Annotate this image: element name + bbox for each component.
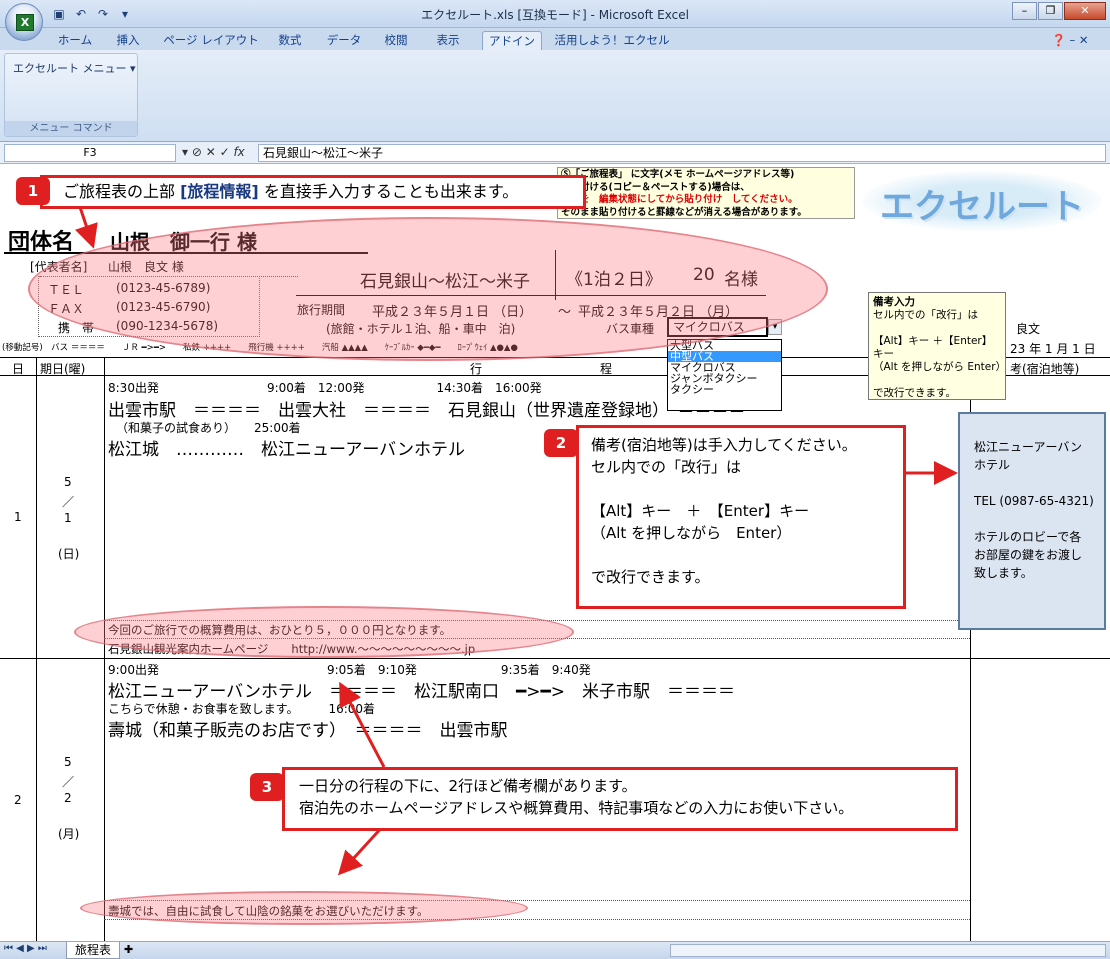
- excelroute-menu-button[interactable]: エクセルート メニュー ▾: [13, 60, 136, 76]
- callout-1-badge: 1: [16, 177, 50, 205]
- tab-katsuyo[interactable]: 活用しよう！エクセル: [552, 31, 672, 50]
- ribbon-group-menu: エクセルート メニュー ▾ メニュー コマンド: [4, 53, 138, 137]
- callout-line: 一日分の行程の下に、2行ほど備考欄があります。: [299, 777, 637, 795]
- help-icon[interactable]: ❓ – ✕: [1040, 31, 1100, 50]
- formula-input[interactable]: 石見銀山〜松江〜米子: [258, 144, 1106, 162]
- menu-button-label: エクセルート メニュー: [13, 62, 127, 75]
- callout-line: で改行できます。: [591, 568, 710, 586]
- tab-insert[interactable]: 挿入: [108, 31, 148, 50]
- tab-addins[interactable]: アドイン: [482, 31, 542, 50]
- minimize-button[interactable]: –: [1012, 2, 1037, 20]
- callout-line: セル内での「改行」は: [591, 458, 742, 476]
- tab-page-layout[interactable]: ページ レイアウト: [162, 31, 260, 50]
- horizontal-scrollbar[interactable]: [670, 944, 1106, 957]
- tab-view[interactable]: 表示: [428, 31, 468, 50]
- ribbon: エクセルート メニュー ▾ メニュー コマンド: [0, 50, 1110, 142]
- callout-line: [591, 544, 891, 566]
- callout-2: 備考(宿泊地等)は手入力してください。 セル内での「改行」は 【Alt】キー ＋…: [576, 425, 906, 609]
- callout-3: 一日分の行程の下に、2行ほど備考欄があります。 宿泊先のホームページアドレスや概…: [282, 767, 958, 831]
- callout-1: ご旅程表の上部 [旅程情報] を直接手入力することも出来ます。: [40, 175, 586, 209]
- callout-text: ご旅程表の上部: [63, 182, 181, 201]
- callout-line: [591, 478, 891, 500]
- office-button[interactable]: X: [5, 3, 43, 41]
- window-controls: – ❐ ✕: [1012, 2, 1106, 20]
- tab-home[interactable]: ホーム: [52, 31, 98, 50]
- tab-data[interactable]: データ: [322, 31, 366, 50]
- title-bar: ▣ ↶ ↷ ▾ エクセルート.xls [互換モード] - Microsoft E…: [0, 0, 1110, 28]
- callout-line: 備考(宿泊地等)は手入力してください。: [591, 436, 857, 454]
- window-title: エクセルート.xls [互換モード] - Microsoft Excel: [421, 8, 689, 22]
- sheet-tab[interactable]: 旅程表: [66, 942, 120, 959]
- name-box[interactable]: F3: [4, 144, 176, 162]
- tab-formulas[interactable]: 数式: [270, 31, 310, 50]
- excel-logo-icon: X: [16, 14, 34, 31]
- callout-3-badge: 3: [250, 773, 284, 801]
- tab-review[interactable]: 校閲: [376, 31, 416, 50]
- formula-bar: F3 ▾ ⊘ ✕ ✓ fx 石見銀山〜松江〜米子: [0, 142, 1110, 164]
- callout-2-badge: 2: [544, 429, 578, 457]
- group-caption: メニュー コマンド: [5, 121, 137, 136]
- callout-text: を直接手入力することも出来ます。: [258, 182, 519, 201]
- callout-line: （Alt を押しながら Enter）: [591, 524, 792, 542]
- sheet-tab-bar: ⏮ ◀ ▶ ⏭ 旅程表 ✚: [0, 941, 1110, 959]
- restore-button[interactable]: ❐: [1038, 2, 1063, 20]
- sheet-nav-icons[interactable]: ⏮ ◀ ▶ ⏭: [4, 943, 47, 954]
- callout-bold: [旅程情報]: [180, 182, 259, 201]
- worksheet[interactable]: Ⓢ「ご旅程表」 に文字(メモ ホームページアドレス等) 貼り付ける(コピー＆ペー…: [0, 165, 1110, 941]
- callout-line: 【Alt】キー ＋ 【Enter】キー: [591, 502, 810, 520]
- callout-line: 宿泊先のホームページアドレスや概算費用、特記事項などの入力にお使い下さい。: [299, 799, 854, 817]
- fx-icons[interactable]: ▾ ⊘ ✕ ✓ fx: [182, 145, 245, 159]
- ribbon-tabs: ホーム 挿入 ページ レイアウト 数式 データ 校閲 表示 アドイン 活用しよう…: [0, 28, 1110, 50]
- new-sheet-icon[interactable]: ✚: [124, 943, 133, 956]
- close-button[interactable]: ✕: [1064, 2, 1106, 20]
